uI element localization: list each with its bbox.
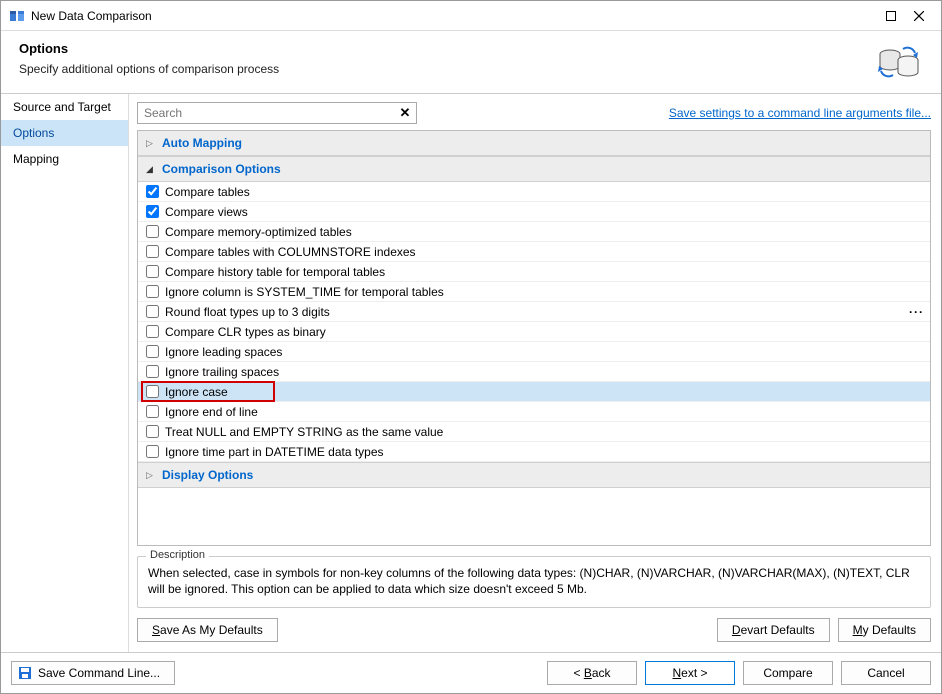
checkbox[interactable]: [146, 265, 159, 278]
compare-button[interactable]: Compare: [743, 661, 833, 685]
app-icon: [9, 8, 25, 24]
option-label: Compare tables: [165, 185, 250, 199]
option-null-empty-same[interactable]: Treat NULL and EMPTY STRING as the same …: [138, 422, 930, 442]
next-button[interactable]: Next >: [645, 661, 735, 685]
checkbox[interactable]: [146, 445, 159, 458]
checkbox[interactable]: [146, 305, 159, 318]
option-compare-columnstore[interactable]: Compare tables with COLUMNSTORE indexes: [138, 242, 930, 262]
option-label: Treat NULL and EMPTY STRING as the same …: [165, 425, 443, 439]
option-label: Round float types up to 3 digits: [165, 305, 330, 319]
option-ignore-leading-spaces[interactable]: Ignore leading spaces: [138, 342, 930, 362]
header-title: Options: [19, 41, 875, 56]
description-box: Description When selected, case in symbo…: [137, 556, 931, 608]
options-list: ▷ Auto Mapping ◢ Comparison Options Comp…: [137, 130, 931, 546]
footer: Save Command Line... < Back Next > Compa…: [1, 652, 941, 693]
checkbox[interactable]: [146, 245, 159, 258]
option-ignore-trailing-spaces[interactable]: Ignore trailing spaces: [138, 362, 930, 382]
checkbox[interactable]: [146, 225, 159, 238]
checkbox[interactable]: [146, 345, 159, 358]
option-ignore-system-time[interactable]: Ignore column is SYSTEM_TIME for tempora…: [138, 282, 930, 302]
option-label: Ignore leading spaces: [165, 345, 282, 359]
back-button[interactable]: < Back: [547, 661, 637, 685]
option-compare-history-temporal[interactable]: Compare history table for temporal table…: [138, 262, 930, 282]
highlight-box: [142, 382, 274, 401]
section-display-options[interactable]: ▷ Display Options: [138, 462, 930, 488]
description-text: When selected, case in symbols for non-k…: [148, 565, 920, 597]
option-compare-tables[interactable]: Compare tables: [138, 182, 930, 202]
chevron-right-icon: ▷: [146, 138, 156, 149]
search-wrap: ✕: [137, 102, 417, 124]
option-compare-views[interactable]: Compare views: [138, 202, 930, 222]
sidebar: Source and Target Options Mapping: [1, 94, 129, 652]
checkbox[interactable]: [146, 205, 159, 218]
window-title: New Data Comparison: [31, 9, 877, 23]
devart-defaults-button[interactable]: Devart Defaults: [717, 618, 830, 642]
section-display-label: Display Options: [162, 468, 253, 482]
header: Options Specify additional options of co…: [1, 31, 941, 94]
checkbox[interactable]: [146, 405, 159, 418]
checkbox[interactable]: [146, 325, 159, 338]
save-command-line-button[interactable]: Save Command Line...: [11, 661, 175, 685]
option-label: Compare tables with COLUMNSTORE indexes: [165, 245, 416, 259]
checkbox[interactable]: [146, 185, 159, 198]
maximize-button[interactable]: [877, 5, 905, 27]
checkbox[interactable]: [146, 365, 159, 378]
header-icon: [875, 41, 923, 81]
chevron-down-icon: ◢: [146, 164, 156, 175]
titlebar: New Data Comparison: [1, 1, 941, 31]
option-label: Compare history table for temporal table…: [165, 265, 385, 279]
option-label: Ignore end of line: [165, 405, 258, 419]
option-ignore-time-datetime[interactable]: Ignore time part in DATETIME data types: [138, 442, 930, 462]
content: ✕ Save settings to a command line argume…: [129, 94, 941, 652]
search-input[interactable]: [137, 102, 417, 124]
header-subtitle: Specify additional options of comparison…: [19, 62, 875, 76]
option-label: Ignore time part in DATETIME data types: [165, 445, 384, 459]
content-toolbar: ✕ Save settings to a command line argume…: [137, 102, 931, 124]
checkbox[interactable]: [146, 425, 159, 438]
option-ignore-eol[interactable]: Ignore end of line: [138, 402, 930, 422]
checkbox[interactable]: [146, 285, 159, 298]
option-label: Ignore trailing spaces: [165, 365, 279, 379]
cancel-button[interactable]: Cancel: [841, 661, 931, 685]
section-auto-mapping[interactable]: ▷ Auto Mapping: [138, 131, 930, 156]
save-icon: [18, 666, 32, 680]
sidebar-item-options[interactable]: Options: [1, 120, 128, 146]
option-label: Compare memory-optimized tables: [165, 225, 352, 239]
option-ignore-case[interactable]: Ignore case: [138, 382, 930, 402]
save-as-my-defaults-button[interactable]: Save As My Defaults: [137, 618, 278, 642]
sidebar-item-mapping[interactable]: Mapping: [1, 146, 128, 172]
option-label: Ignore column is SYSTEM_TIME for tempora…: [165, 285, 444, 299]
section-comparison-options[interactable]: ◢ Comparison Options: [138, 156, 930, 182]
option-label: Compare CLR types as binary: [165, 325, 326, 339]
defaults-row: Save As My Defaults Devart Defaults My D…: [137, 608, 931, 652]
option-compare-memory-optimized[interactable]: Compare memory-optimized tables: [138, 222, 930, 242]
ellipsis-icon[interactable]: ···: [909, 305, 924, 319]
search-clear-icon[interactable]: ✕: [397, 105, 413, 121]
description-legend: Description: [146, 549, 209, 561]
my-defaults-button[interactable]: My Defaults: [838, 618, 931, 642]
close-button[interactable]: [905, 5, 933, 27]
save-settings-link[interactable]: Save settings to a command line argument…: [669, 106, 931, 120]
option-compare-clr-binary[interactable]: Compare CLR types as binary: [138, 322, 930, 342]
option-label: Compare views: [165, 205, 248, 219]
chevron-right-icon: ▷: [146, 470, 156, 481]
save-cmd-label: Save Command Line...: [38, 666, 160, 680]
option-round-float[interactable]: Round float types up to 3 digits ···: [138, 302, 930, 322]
section-auto-mapping-label: Auto Mapping: [162, 136, 242, 150]
sidebar-item-source-target[interactable]: Source and Target: [1, 94, 128, 120]
main: Source and Target Options Mapping ✕ Save…: [1, 94, 941, 652]
section-comparison-label: Comparison Options: [162, 162, 281, 176]
